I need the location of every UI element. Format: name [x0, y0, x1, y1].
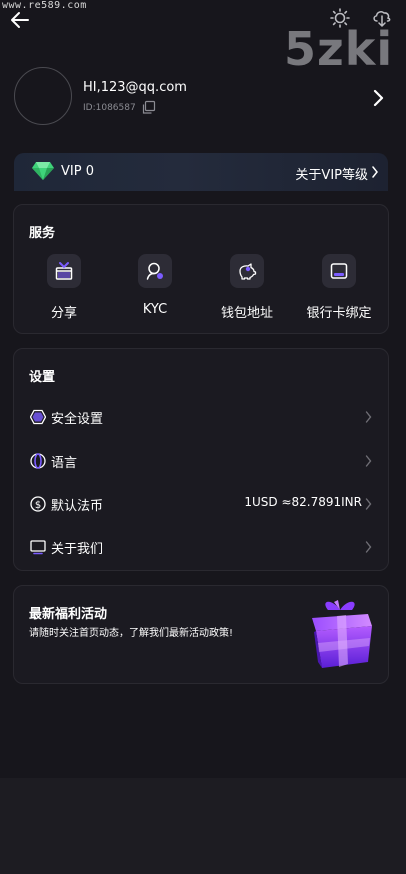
globe-icon [30, 453, 46, 469]
watermark-logo: 5zki [284, 22, 394, 76]
chevron-right-icon [365, 541, 372, 553]
vip-banner[interactable]: VIP 0 关于VIP等级 [14, 153, 388, 191]
chevron-right-icon [365, 411, 372, 423]
back-arrow-icon[interactable] [8, 8, 32, 32]
chevron-right-icon [365, 455, 372, 467]
chevron-right-icon [365, 498, 372, 510]
bottom-background [0, 778, 406, 874]
promo-title: 最新福利活动 [29, 607, 108, 622]
vip-info-link[interactable]: 关于VIP等级 [295, 164, 368, 183]
profile-page: www.re589.com 5zki HI,123@qq.com ID:1086… [0, 0, 406, 874]
gift-icon [47, 254, 81, 288]
setting-default-currency[interactable]: $ 默认法币 1USD ≈82.7891INR [14, 484, 390, 524]
vip-chevron-right-icon [372, 166, 378, 178]
setting-about-label: 关于我们 [51, 542, 104, 557]
dollar-icon: $ [30, 496, 46, 512]
setting-security[interactable]: 安全设置 [14, 397, 390, 437]
user-id: ID:1086587 [83, 102, 136, 113]
settings-title: 设置 [29, 370, 56, 385]
monitor-icon [30, 540, 46, 555]
service-kyc-label: KYC [142, 302, 168, 317]
service-share-label: 分享 [50, 306, 77, 321]
service-kyc[interactable]: KYC [110, 254, 200, 324]
hexagon-icon [30, 409, 46, 425]
user-id-row: ID:1086587 [83, 100, 156, 115]
service-wallet-label: 钱包地址 [220, 306, 273, 321]
service-wallet-address[interactable]: 钱包地址 [202, 254, 292, 324]
setting-language[interactable]: 语言 [14, 441, 390, 481]
vip-level: VIP 0 [61, 164, 94, 179]
setting-currency-value: 1USD ≈82.7891INR [244, 495, 362, 509]
avatar[interactable] [14, 67, 72, 125]
setting-security-label: 安全设置 [51, 412, 104, 427]
card-icon [322, 254, 356, 288]
gift-box-icon [312, 600, 372, 668]
user-search-icon [138, 254, 172, 288]
setting-currency-label: 默认法币 [51, 499, 104, 514]
setting-about-us[interactable]: 关于我们 [14, 527, 390, 567]
promo-card[interactable]: 最新福利活动 请随时关注首页动态，了解我们最新活动政策! [13, 585, 389, 684]
promo-description: 请随时关注首页动态，了解我们最新活动政策! [29, 628, 234, 639]
diamond-icon [32, 162, 54, 180]
service-bank-card[interactable]: 银行卡绑定 [294, 254, 384, 324]
services-card: 服务 分享 KYC 钱包地址 银行卡绑定 [13, 204, 389, 334]
profile-chevron-right-icon[interactable] [370, 88, 386, 108]
copy-icon[interactable] [141, 100, 156, 115]
theme-sun-icon[interactable] [330, 8, 350, 28]
piggy-bank-icon [230, 254, 264, 288]
user-email: HI,123@qq.com [83, 80, 187, 95]
service-share[interactable]: 分享 [19, 254, 109, 324]
service-bank-card-label: 银行卡绑定 [306, 306, 372, 321]
settings-card: 设置 安全设置 语言 $ 默认法币 1USD ≈82.7891INR 关于我们 [13, 348, 389, 571]
svg-text:$: $ [35, 500, 41, 511]
setting-language-label: 语言 [51, 456, 78, 471]
services-title: 服务 [29, 226, 56, 241]
download-cloud-icon[interactable] [371, 7, 393, 29]
